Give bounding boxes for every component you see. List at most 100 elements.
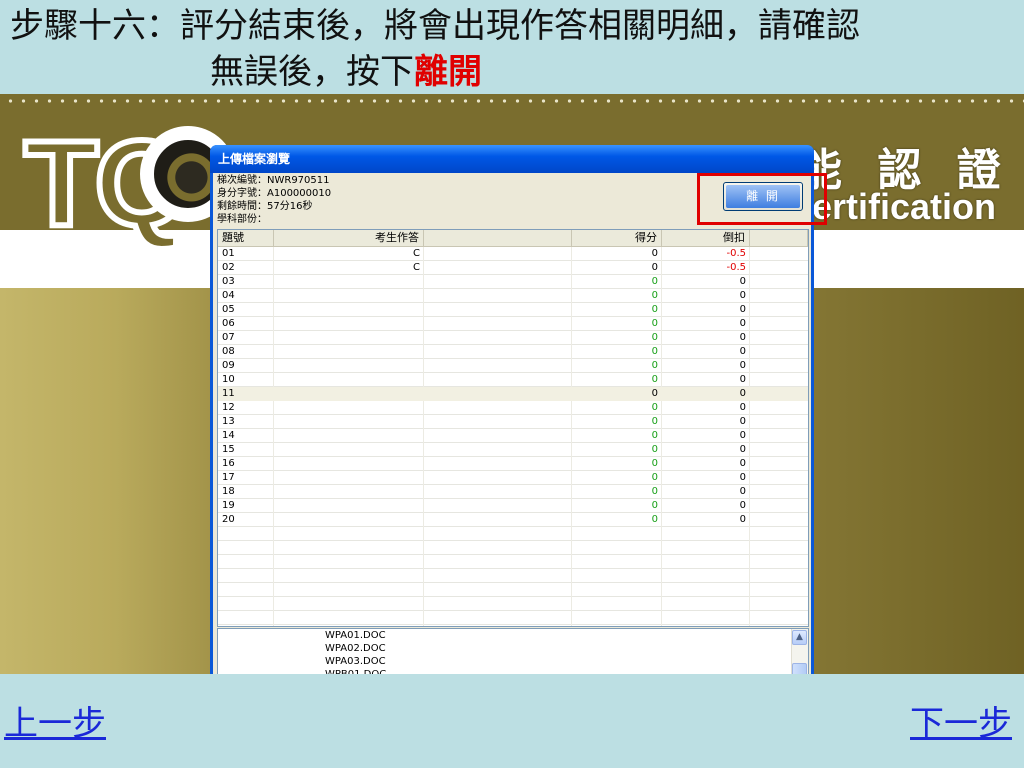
blank-cell: [424, 471, 572, 485]
answer-row[interactable]: 14 0 0: [218, 429, 808, 443]
uploaded-file-list[interactable]: WPA01.DOCWPA02.DOCWPA03.DOCWPB01.DOC ▲: [217, 628, 809, 674]
deduct-cell: 0: [739, 360, 746, 371]
score-cell: 0: [651, 388, 658, 399]
blank-cell: [424, 345, 572, 359]
scroll-up-arrow-icon[interactable]: ▲: [792, 630, 807, 645]
question-number-cell: 07: [222, 332, 235, 343]
question-number-cell: 09: [222, 360, 235, 371]
score-cell: 0: [651, 416, 658, 427]
candidate-answer-cell: [274, 443, 424, 457]
candidate-answer-cell: [274, 373, 424, 387]
leave-button[interactable]: 離 開: [723, 182, 803, 211]
question-number-cell: 10: [222, 374, 235, 385]
score-cell: 0: [651, 402, 658, 413]
candidate-answer-cell: [274, 485, 424, 499]
question-number-cell: 05: [222, 304, 235, 315]
logo-certification-text: ertification: [812, 186, 997, 227]
dotted-border: [0, 94, 1024, 108]
answer-row[interactable]: 17 0 0: [218, 471, 808, 485]
answer-row[interactable]: 02 C 0 -0.5: [218, 261, 808, 275]
candidate-answer-cell: [274, 275, 424, 289]
score-cell: 0: [651, 346, 658, 357]
dialog-title[interactable]: 上傳檔案瀏覽: [210, 145, 814, 173]
answer-row[interactable]: 16 0 0: [218, 457, 808, 471]
candidate-answer-cell: [274, 499, 424, 513]
answer-row[interactable]: 15 0 0: [218, 443, 808, 457]
column-header-blank[interactable]: [424, 230, 572, 246]
answer-row[interactable]: 04 0 0: [218, 289, 808, 303]
answer-row[interactable]: 11 0 0: [218, 387, 808, 401]
file-item[interactable]: WPA03.DOC: [325, 655, 808, 668]
blank-cell: [424, 359, 572, 373]
answer-row[interactable]: 13 0 0: [218, 415, 808, 429]
candidate-answer-cell: [274, 457, 424, 471]
score-cell: 0: [651, 430, 658, 441]
answer-row[interactable]: 09 0 0: [218, 359, 808, 373]
answer-row[interactable]: 19 0 0: [218, 499, 808, 513]
question-number-cell: 14: [222, 430, 235, 441]
column-header-deduct[interactable]: 倒扣: [662, 230, 750, 246]
answer-row[interactable]: 06 0 0: [218, 317, 808, 331]
candidate-info: 梯次編號：NWR970511 身分字號：A100000010 剩餘時間：57分1…: [217, 174, 331, 226]
next-step-link[interactable]: 下一步: [910, 704, 1012, 744]
score-cell: 0: [651, 472, 658, 483]
blank-cell: [424, 415, 572, 429]
column-header-answer[interactable]: 考生作答: [274, 230, 424, 246]
instruction-line-2: 無誤後，按下離開: [210, 52, 482, 92]
blank-cell: [424, 443, 572, 457]
deduct-cell: 0: [739, 318, 746, 329]
question-number-cell: 02: [222, 262, 235, 273]
question-number-cell: 03: [222, 276, 235, 287]
score-cell: 0: [651, 304, 658, 315]
file-item[interactable]: WPB01.DOC: [325, 668, 808, 674]
question-number-cell: 17: [222, 472, 235, 483]
deduct-cell: 0: [739, 388, 746, 399]
deduct-cell: 0: [739, 486, 746, 497]
answer-row[interactable]: 20 0 0: [218, 513, 808, 527]
score-cell: 0: [651, 514, 658, 525]
blank-cell: [424, 457, 572, 471]
instruction-highlight-leave: 離開: [414, 52, 482, 92]
candidate-answer-cell: [274, 429, 424, 443]
answer-row[interactable]: 01 C 0 -0.5: [218, 247, 808, 261]
deduct-cell: 0: [739, 374, 746, 385]
file-item[interactable]: WPA02.DOC: [325, 642, 808, 655]
instruction-text: 無誤後，按下: [210, 52, 414, 92]
blank-cell: [424, 513, 572, 527]
question-number-cell: 15: [222, 444, 235, 455]
answer-row[interactable]: 03 0 0: [218, 275, 808, 289]
answer-row[interactable]: 10 0 0: [218, 373, 808, 387]
candidate-answer-cell: [274, 359, 424, 373]
file-item[interactable]: WPA01.DOC: [325, 629, 808, 642]
column-header-score[interactable]: 得分: [572, 230, 662, 246]
column-header-question[interactable]: 題號: [218, 230, 274, 246]
question-number-cell: 04: [222, 290, 235, 301]
candidate-answer-cell: [274, 513, 424, 527]
question-number-cell: 20: [222, 514, 235, 525]
deduct-cell: 0: [739, 402, 746, 413]
blank-cell: [424, 317, 572, 331]
blank-cell: [424, 261, 572, 275]
deduct-cell: 0: [739, 430, 746, 441]
dialog-client: 梯次編號：NWR970511 身分字號：A100000010 剩餘時間：57分1…: [213, 173, 811, 674]
score-cell: 0: [651, 360, 658, 371]
answer-row[interactable]: 07 0 0: [218, 331, 808, 345]
answer-row[interactable]: 18 0 0: [218, 485, 808, 499]
score-cell: 0: [651, 500, 658, 511]
column-header-filler: [750, 230, 808, 246]
candidate-answer-cell: [274, 331, 424, 345]
answer-list[interactable]: 題號 考生作答 得分 倒扣 01 C 0 -0.5 02 C 0 -0.5 03 0 0 04 0 0 05…: [217, 229, 809, 627]
previous-step-link[interactable]: 上一步: [4, 704, 106, 744]
blank-cell: [424, 485, 572, 499]
blank-cell: [424, 387, 572, 401]
scroll-thumb[interactable]: [792, 663, 807, 674]
score-cell: 0: [651, 276, 658, 287]
blank-cell: [424, 289, 572, 303]
file-list-scrollbar[interactable]: ▲: [791, 629, 808, 674]
answer-row[interactable]: 05 0 0: [218, 303, 808, 317]
score-cell: 0: [651, 248, 658, 259]
left-panel: [0, 288, 210, 674]
answer-row[interactable]: 12 0 0: [218, 401, 808, 415]
answer-row[interactable]: 08 0 0: [218, 345, 808, 359]
deduct-cell: -0.5: [726, 262, 746, 273]
